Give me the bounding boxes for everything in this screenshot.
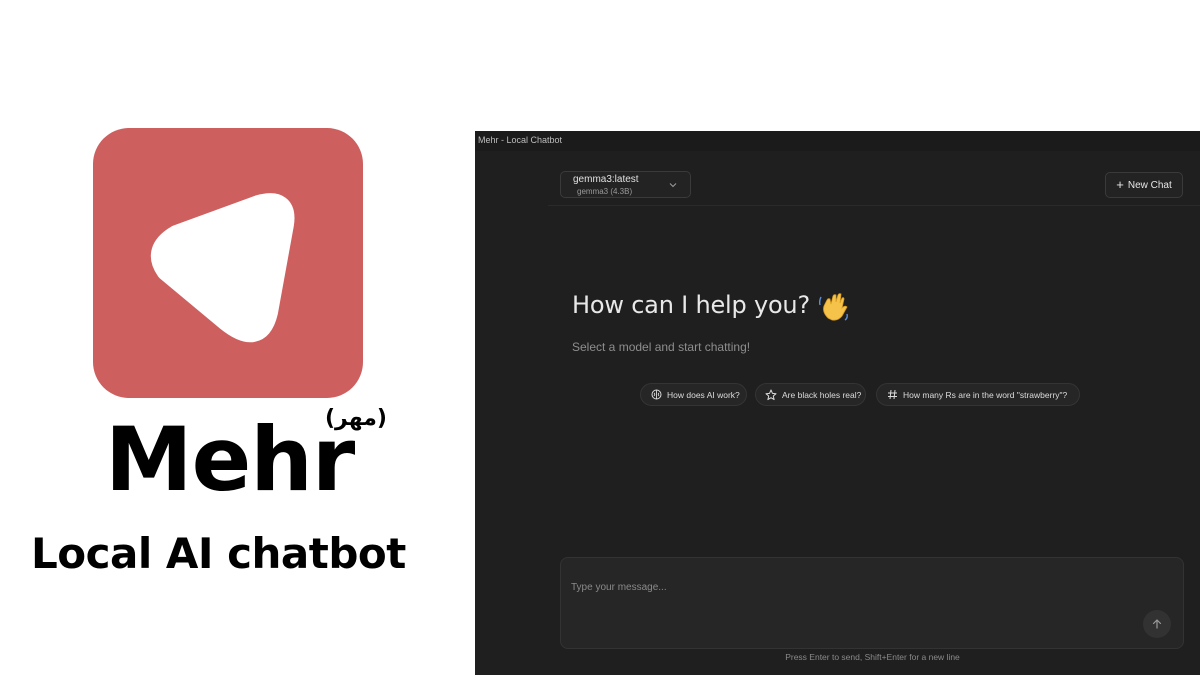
window-titlebar: Mehr - Local Chatbot bbox=[475, 131, 1200, 151]
composer-hint: Press Enter to send, Shift+Enter for a n… bbox=[785, 652, 960, 662]
new-chat-button[interactable]: + New Chat bbox=[1105, 172, 1183, 198]
model-name: gemma3:latest bbox=[573, 174, 639, 185]
arrow-up-icon bbox=[1152, 619, 1162, 629]
brand-native-name: (مهر) bbox=[325, 406, 387, 431]
suggestion-chip[interactable]: How does AI work? bbox=[640, 383, 747, 406]
app-logo bbox=[93, 128, 363, 398]
header-divider bbox=[548, 205, 1200, 206]
hash-icon bbox=[885, 389, 899, 400]
chevron-down-icon bbox=[669, 183, 677, 188]
app-window: Mehr - Local Chatbot gemma3:latest gemma… bbox=[475, 131, 1200, 675]
brain-icon bbox=[649, 389, 663, 400]
brand-name: Mehr bbox=[105, 408, 355, 511]
model-selector[interactable]: gemma3:latest gemma3 (4.3B) bbox=[560, 171, 691, 198]
plus-icon: + bbox=[1116, 177, 1124, 192]
send-button[interactable] bbox=[1143, 610, 1171, 638]
suggestion-label: How does AI work? bbox=[667, 389, 740, 400]
star-icon bbox=[764, 389, 778, 401]
play-triangle-icon bbox=[150, 193, 295, 343]
new-chat-label: New Chat bbox=[1127, 179, 1172, 191]
message-composer bbox=[560, 557, 1184, 649]
suggestion-chip[interactable]: Are black holes real? bbox=[755, 383, 866, 406]
welcome-subtitle: Select a model and start chatting! bbox=[572, 340, 751, 354]
window-title: Mehr - Local Chatbot bbox=[478, 135, 563, 145]
welcome-heading: How can I help you? bbox=[572, 291, 810, 319]
suggestion-chip[interactable]: How many Rs are in the word "strawberry"… bbox=[876, 383, 1080, 406]
model-detail: gemma3 (4.3B) bbox=[577, 187, 633, 196]
message-input[interactable] bbox=[571, 567, 1131, 607]
wave-icon bbox=[818, 293, 848, 321]
brand-tagline: Local AI chatbot bbox=[31, 529, 406, 578]
suggestion-label: Are black holes real? bbox=[782, 389, 862, 400]
suggestion-label: How many Rs are in the word "strawberry"… bbox=[903, 389, 1068, 400]
